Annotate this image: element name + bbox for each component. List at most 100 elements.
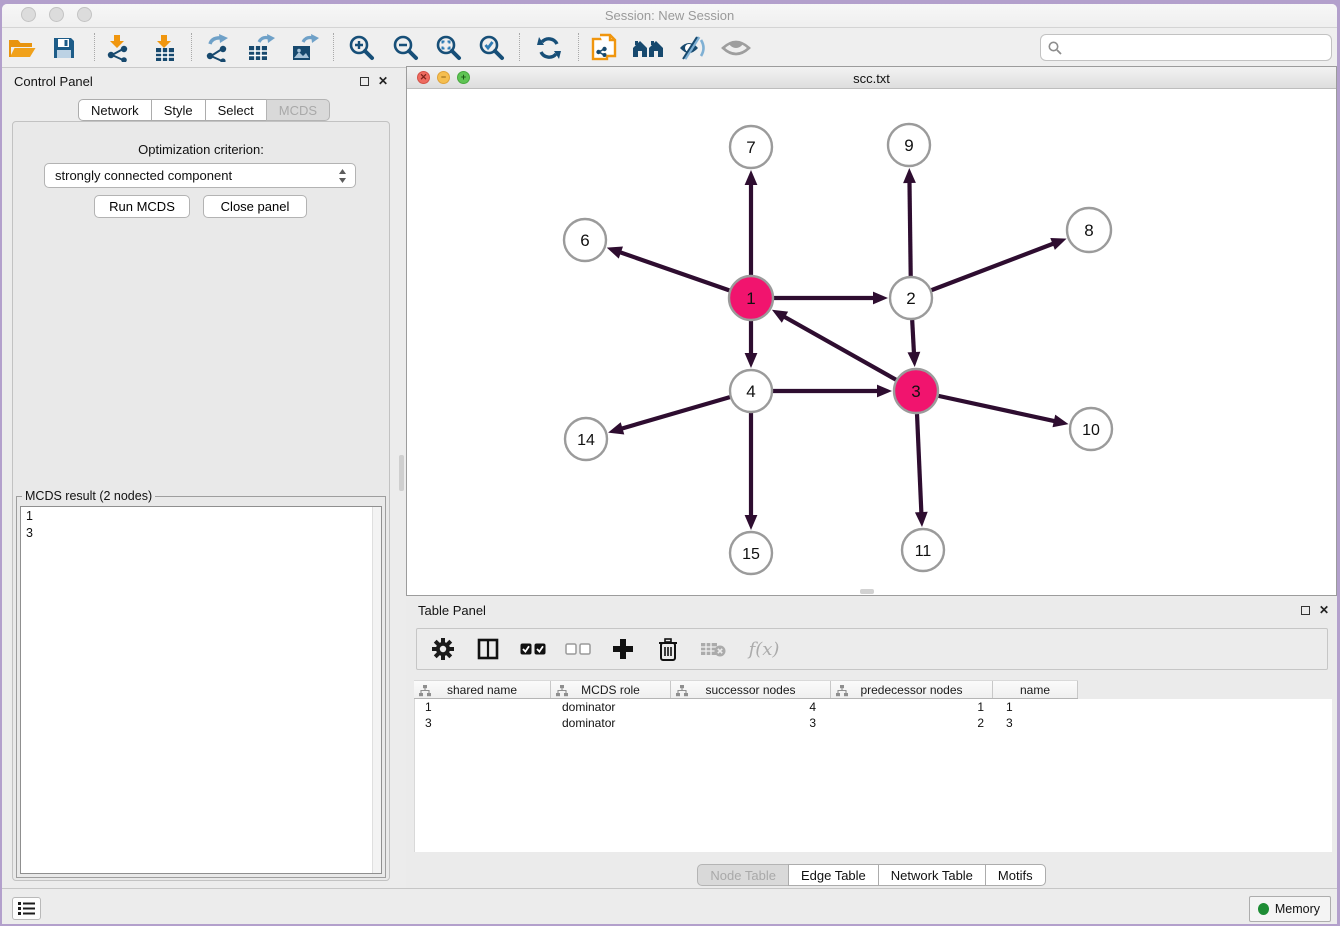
hide-graphics-details-icon[interactable] <box>675 31 709 65</box>
deselect-all-icon[interactable] <box>564 635 592 663</box>
export-image-icon[interactable] <box>288 31 322 65</box>
graph-node-2[interactable]: 2 <box>890 277 932 319</box>
column-header-successor-nodes[interactable]: successor nodes <box>671 681 831 698</box>
graph-edge-2-9[interactable] <box>909 179 910 276</box>
tab-mcds[interactable]: MCDS <box>266 99 330 121</box>
add-column-icon[interactable] <box>609 635 637 663</box>
control-panel-tabs: Network Style Select MCDS <box>78 99 330 121</box>
tab-select[interactable]: Select <box>205 99 267 121</box>
graph-node-6[interactable]: 6 <box>564 219 606 261</box>
cell-successor-nodes[interactable]: 3 <box>672 715 832 731</box>
graph-edge-4-14[interactable] <box>619 397 730 429</box>
result-scrollbar[interactable] <box>372 507 381 873</box>
cell-shared-name[interactable]: 1 <box>415 699 552 715</box>
select-all-icon[interactable] <box>519 635 547 663</box>
zoom-out-icon[interactable] <box>389 31 423 65</box>
main-titlebar: Session: New Session <box>2 4 1337 28</box>
delete-table-icon[interactable] <box>699 635 727 663</box>
show-all-networks-icon[interactable] <box>631 31 665 65</box>
function-builder-icon[interactable]: f(x) <box>744 635 784 663</box>
export-network-icon[interactable] <box>201 31 235 65</box>
duplicate-network-icon[interactable] <box>588 31 622 65</box>
graph-edge-2-3[interactable] <box>912 320 914 356</box>
open-session-icon[interactable] <box>5 31 39 65</box>
graph-node-10[interactable]: 10 <box>1070 408 1112 450</box>
network-canvas[interactable]: 7 9 6 8 1 2 4 3 14 10 15 11 <box>407 89 1336 595</box>
graph-node-9[interactable]: 9 <box>888 124 930 166</box>
search-input[interactable] <box>1067 38 1331 58</box>
memory-button[interactable]: Memory <box>1249 896 1331 922</box>
graph-node-label: 4 <box>746 382 755 401</box>
column-header-predecessor-nodes[interactable]: predecessor nodes <box>831 681 993 698</box>
graph-node-8[interactable]: 8 <box>1067 208 1111 252</box>
tab-edge-table[interactable]: Edge Table <box>788 864 879 886</box>
graph-node-11[interactable]: 11 <box>902 529 944 571</box>
cell-mcds-role[interactable]: dominator <box>552 699 672 715</box>
column-layout-icon[interactable] <box>474 635 502 663</box>
import-table-icon[interactable] <box>148 31 182 65</box>
graph-arrowhead-2-8 <box>1050 238 1066 250</box>
graph-node-15[interactable]: 15 <box>730 532 772 574</box>
graph-edge-3-10[interactable] <box>938 396 1057 422</box>
graph-node-7[interactable]: 7 <box>730 126 772 168</box>
network-window-titlebar[interactable]: ✕ − + scc.txt <box>407 67 1336 89</box>
close-panel-button[interactable]: Close panel <box>203 195 307 218</box>
graph-node-3[interactable]: 3 <box>894 369 938 413</box>
run-mcds-button[interactable]: Run MCDS <box>94 195 190 218</box>
float-panel-icon[interactable] <box>360 77 369 86</box>
table-row[interactable]: 1 dominator 4 1 1 <box>415 699 1332 715</box>
export-table-icon[interactable] <box>244 31 278 65</box>
graph-edge-1-6[interactable] <box>617 251 729 290</box>
tab-motifs[interactable]: Motifs <box>985 864 1046 886</box>
graph-node-1[interactable]: 1 <box>729 276 773 320</box>
graph-edge-3-11[interactable] <box>917 414 921 516</box>
close-panel-icon[interactable]: ✕ <box>1319 604 1329 616</box>
tab-network[interactable]: Network <box>78 99 152 121</box>
column-header-name[interactable]: name <box>993 681 1078 698</box>
mcds-result-line: 3 <box>26 525 376 542</box>
delete-column-icon[interactable] <box>654 635 682 663</box>
search-box <box>1040 34 1332 61</box>
table-settings-icon[interactable] <box>429 635 457 663</box>
cell-predecessor-nodes[interactable]: 1 <box>832 699 994 715</box>
graph-arrowhead-1-6 <box>607 246 623 258</box>
import-network-icon[interactable] <box>101 31 135 65</box>
table-row[interactable]: 3 dominator 3 2 3 <box>415 715 1332 731</box>
zoom-fit-icon[interactable] <box>432 31 466 65</box>
graph-node-4[interactable]: 4 <box>730 370 772 412</box>
tab-style[interactable]: Style <box>151 99 206 121</box>
table-header-row: shared name MCDS role successor nodes pr… <box>414 680 1078 699</box>
cell-mcds-role[interactable]: dominator <box>552 715 672 731</box>
graph-edge-2-8[interactable] <box>932 242 1057 290</box>
graph-arrowhead-4-14 <box>608 422 624 434</box>
table-toolbar: f(x) <box>416 628 1328 670</box>
mcds-result-line: 1 <box>26 508 376 525</box>
tab-network-table[interactable]: Network Table <box>878 864 986 886</box>
horizontal-splitter-handle[interactable] <box>860 589 874 594</box>
show-graphics-details-icon[interactable] <box>719 31 753 65</box>
criterion-select[interactable]: strongly connected component <box>44 163 356 188</box>
graph-node-label: 3 <box>911 382 920 401</box>
cell-successor-nodes[interactable]: 4 <box>672 699 832 715</box>
cell-shared-name[interactable]: 3 <box>415 715 552 731</box>
vertical-splitter-handle[interactable] <box>399 455 404 491</box>
graph-edge-3-1[interactable] <box>781 315 895 380</box>
mcds-result-area[interactable]: 1 3 <box>20 506 382 874</box>
cell-predecessor-nodes[interactable]: 2 <box>832 715 994 731</box>
graph-arrowhead-2-9 <box>903 168 916 183</box>
zoom-in-icon[interactable] <box>345 31 379 65</box>
float-panel-icon[interactable] <box>1301 606 1310 615</box>
optimization-criterion-label: Optimization criterion: <box>4 142 398 157</box>
close-panel-icon[interactable]: ✕ <box>378 75 388 87</box>
graph-node-14[interactable]: 14 <box>565 418 607 460</box>
cell-name[interactable]: 1 <box>994 699 1079 715</box>
save-session-icon[interactable] <box>47 31 81 65</box>
zoom-selected-icon[interactable] <box>475 31 509 65</box>
tab-node-table[interactable]: Node Table <box>697 864 789 886</box>
cell-name[interactable]: 3 <box>994 715 1079 731</box>
refresh-icon[interactable] <box>532 31 566 65</box>
graph-arrowhead-4-3 <box>877 385 892 398</box>
column-header-shared-name[interactable]: shared name <box>414 681 551 698</box>
task-history-button[interactable] <box>12 897 41 920</box>
column-header-mcds-role[interactable]: MCDS role <box>551 681 671 698</box>
